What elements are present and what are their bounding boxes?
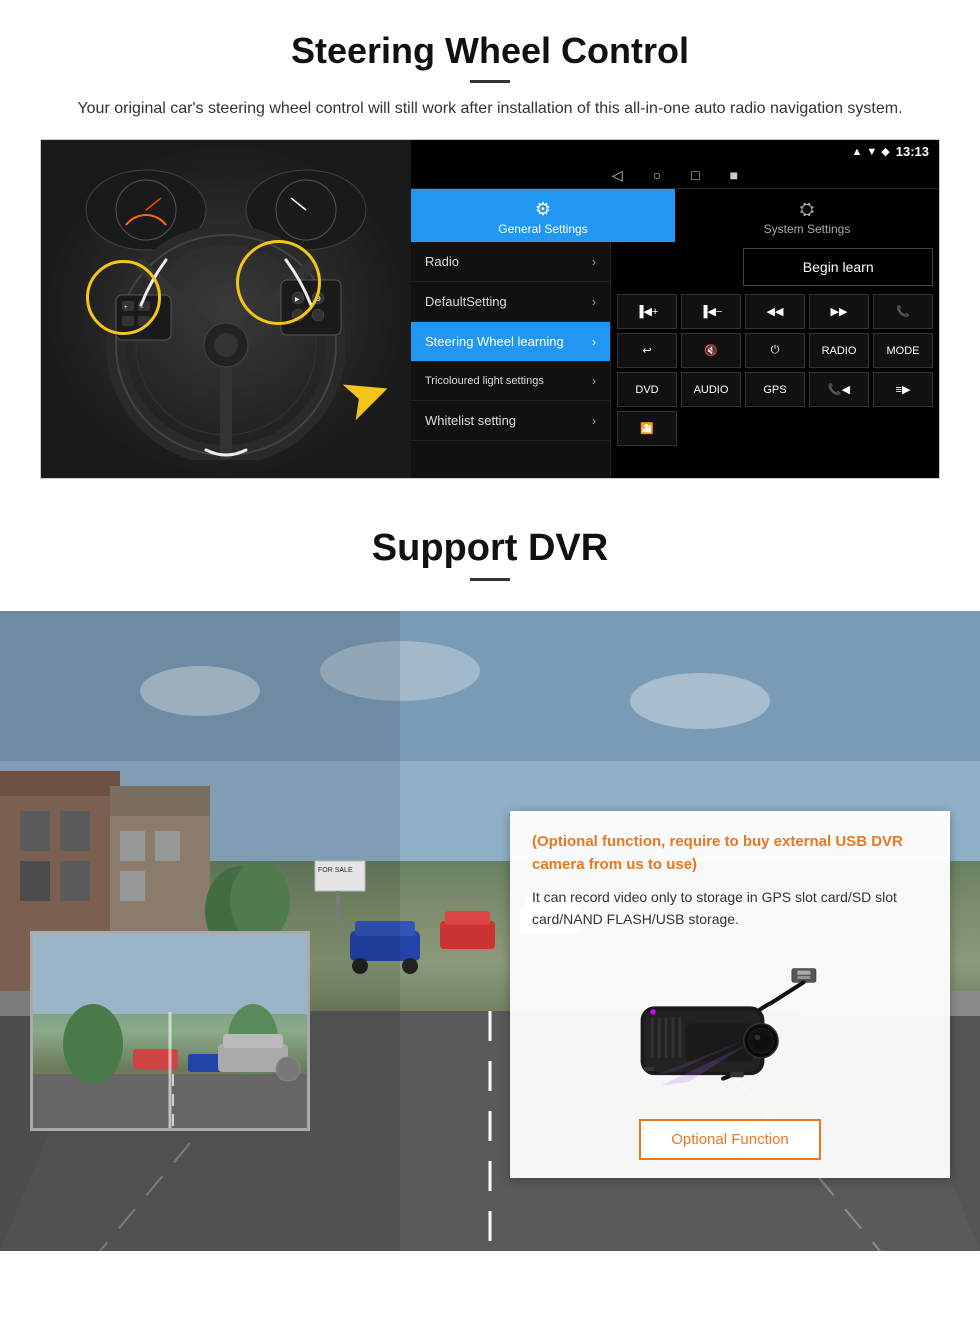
btn-menu-next[interactable]: ≡▶ xyxy=(873,372,933,407)
gear-icon: ⚙ xyxy=(411,199,675,220)
dvr-bg-area: FOR SALE xyxy=(0,611,980,1251)
nav-bar: ◁ ○ □ ■ xyxy=(411,163,939,189)
btn-prev[interactable]: ◀◀ xyxy=(745,294,805,329)
btn-vol-up[interactable]: ▐◀+ xyxy=(617,294,677,329)
button-grid: ▐◀+ ▐◀− ◀◀ ▶▶ 📞 ↩ 🔇 ⏻ RADIO MODE DVD AUD xyxy=(617,294,933,446)
btn-call[interactable]: 📞 xyxy=(873,294,933,329)
title-divider xyxy=(470,80,510,83)
back-nav-icon[interactable]: ◁ xyxy=(612,167,623,184)
btn-audio[interactable]: AUDIO xyxy=(681,372,741,407)
battery-icon: ◆ xyxy=(881,145,889,158)
android-panel: ▲ ▼ ◆ 13:13 ◁ ○ □ ■ ⚙ General Settings xyxy=(411,140,939,478)
optional-function-button[interactable]: Optional Function xyxy=(639,1119,821,1160)
tab-system-label: System Settings xyxy=(764,222,851,236)
btn-dvr[interactable]: 🎦 xyxy=(617,411,677,446)
signal-icon: ▲ xyxy=(852,146,863,158)
tab-system-settings[interactable]: ⛭ System Settings xyxy=(675,189,939,242)
btn-dvd[interactable]: DVD xyxy=(617,372,677,407)
wifi-icon: ▼ xyxy=(866,146,877,158)
menu-item-steering[interactable]: Steering Wheel learning › xyxy=(411,322,610,362)
chevron-icon: › xyxy=(592,335,596,349)
status-icons: ▲ ▼ ◆ xyxy=(852,145,890,158)
recents-nav-icon[interactable]: □ xyxy=(691,167,699,184)
menu-nav-icon[interactable]: ■ xyxy=(730,167,738,184)
tab-general-label: General Settings xyxy=(498,222,587,236)
menu-item-tricoloured[interactable]: Tricoloured light settings › xyxy=(411,362,610,401)
steering-wheel-section: Steering Wheel Control Your original car… xyxy=(0,0,980,499)
steering-description: Your original car's steering wheel contr… xyxy=(60,97,920,121)
btn-back[interactable]: ↩ xyxy=(617,333,677,368)
tab-general-settings[interactable]: ⚙ General Settings xyxy=(411,189,675,242)
menu-list: Radio › DefaultSetting › Steering Wheel … xyxy=(411,242,611,478)
dvr-thumbnail xyxy=(30,931,310,1131)
chevron-icon: › xyxy=(592,295,596,309)
dvr-section: Support DVR xyxy=(0,499,980,1251)
status-bar: ▲ ▼ ◆ 13:13 xyxy=(411,140,939,163)
menu-item-radio[interactable]: Radio › xyxy=(411,242,610,282)
begin-learn-row: Begin learn xyxy=(617,248,933,286)
system-icon: ⛭ xyxy=(675,199,939,220)
begin-learn-button[interactable]: Begin learn xyxy=(743,248,933,286)
dvr-description: It can record video only to storage in G… xyxy=(532,886,928,931)
menu-tricoloured-label: Tricoloured light settings xyxy=(425,374,544,388)
menu-item-whitelist[interactable]: Whitelist setting › xyxy=(411,401,610,441)
menu-steering-label: Steering Wheel learning xyxy=(425,334,564,349)
settings-tabs: ⚙ General Settings ⛭ System Settings xyxy=(411,189,939,242)
dvr-optional-warning: (Optional function, require to buy exter… xyxy=(532,831,928,876)
menu-default-label: DefaultSetting xyxy=(425,294,507,309)
menu-radio-label: Radio xyxy=(425,254,459,269)
btn-mode[interactable]: MODE xyxy=(873,333,933,368)
car-ui-container: + − ▶ ⚙ xyxy=(40,139,940,479)
chevron-icon: › xyxy=(592,374,596,388)
right-panel: Begin learn ▐◀+ ▐◀− ◀◀ ▶▶ 📞 ↩ 🔇 ⏻ RADIO xyxy=(611,242,939,478)
right-circle-highlight xyxy=(236,240,321,325)
btn-mute[interactable]: 🔇 xyxy=(681,333,741,368)
dvr-title-area: Support DVR xyxy=(0,499,980,611)
android-main-content: Radio › DefaultSetting › Steering Wheel … xyxy=(411,242,939,478)
btn-vol-down[interactable]: ▐◀− xyxy=(681,294,741,329)
left-circle-highlight xyxy=(86,260,161,335)
chevron-icon: › xyxy=(592,255,596,269)
menu-whitelist-label: Whitelist setting xyxy=(425,413,516,428)
dvr-divider xyxy=(470,578,510,581)
status-time: 13:13 xyxy=(896,144,929,159)
chevron-icon: › xyxy=(592,414,596,428)
btn-radio[interactable]: RADIO xyxy=(809,333,869,368)
optional-fn-container: Optional Function xyxy=(532,1119,928,1160)
steering-photo: + − ▶ ⚙ xyxy=(41,140,411,479)
btn-next[interactable]: ▶▶ xyxy=(809,294,869,329)
road-center-line xyxy=(169,1012,172,1128)
dvr-info-box: (Optional function, require to buy exter… xyxy=(510,811,950,1178)
menu-item-default[interactable]: DefaultSetting › xyxy=(411,282,610,322)
home-nav-icon[interactable]: ○ xyxy=(653,167,661,184)
steering-title: Steering Wheel Control xyxy=(40,30,940,72)
btn-power[interactable]: ⏻ xyxy=(745,333,805,368)
dvr-camera-image xyxy=(532,947,928,1107)
dvr-thumb-image xyxy=(33,934,307,1128)
btn-gps[interactable]: GPS xyxy=(745,372,805,407)
btn-call-prev[interactable]: 📞◀ xyxy=(809,372,869,407)
dvr-title: Support DVR xyxy=(40,527,940,570)
